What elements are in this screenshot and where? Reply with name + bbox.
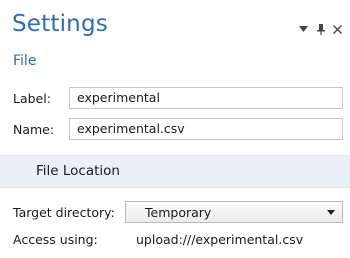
- access-using-label: Access using:: [13, 232, 98, 247]
- window-controls: [298, 23, 343, 35]
- access-using-row: Access using: upload:///experimental.csv: [0, 228, 350, 250]
- section-title: File Location: [36, 163, 120, 179]
- name-field-label: Name:: [13, 122, 55, 137]
- name-row: Name: experimental.csv: [0, 118, 350, 140]
- dropdown-menu-icon[interactable]: [298, 23, 309, 35]
- label-input[interactable]: experimental: [69, 87, 343, 109]
- target-directory-value: Temporary: [145, 205, 212, 220]
- panel-title: Settings: [12, 11, 108, 37]
- settings-panel: Settings File Label: experimental Name: …: [0, 0, 350, 258]
- access-using-value: upload:///experimental.csv: [136, 232, 304, 247]
- label-row: Label: experimental: [0, 87, 350, 109]
- name-input[interactable]: experimental.csv: [69, 118, 343, 140]
- panel-subtitle: File: [13, 53, 37, 69]
- pin-icon[interactable]: [315, 23, 326, 35]
- chevron-down-icon: [327, 210, 335, 215]
- target-directory-row: Target directory: Temporary: [0, 201, 350, 223]
- label-field-label: Label:: [13, 91, 51, 106]
- close-icon[interactable]: [332, 23, 343, 35]
- target-directory-select[interactable]: Temporary: [125, 201, 343, 223]
- target-directory-label: Target directory:: [13, 205, 115, 220]
- file-location-section-header[interactable]: File Location: [0, 155, 350, 188]
